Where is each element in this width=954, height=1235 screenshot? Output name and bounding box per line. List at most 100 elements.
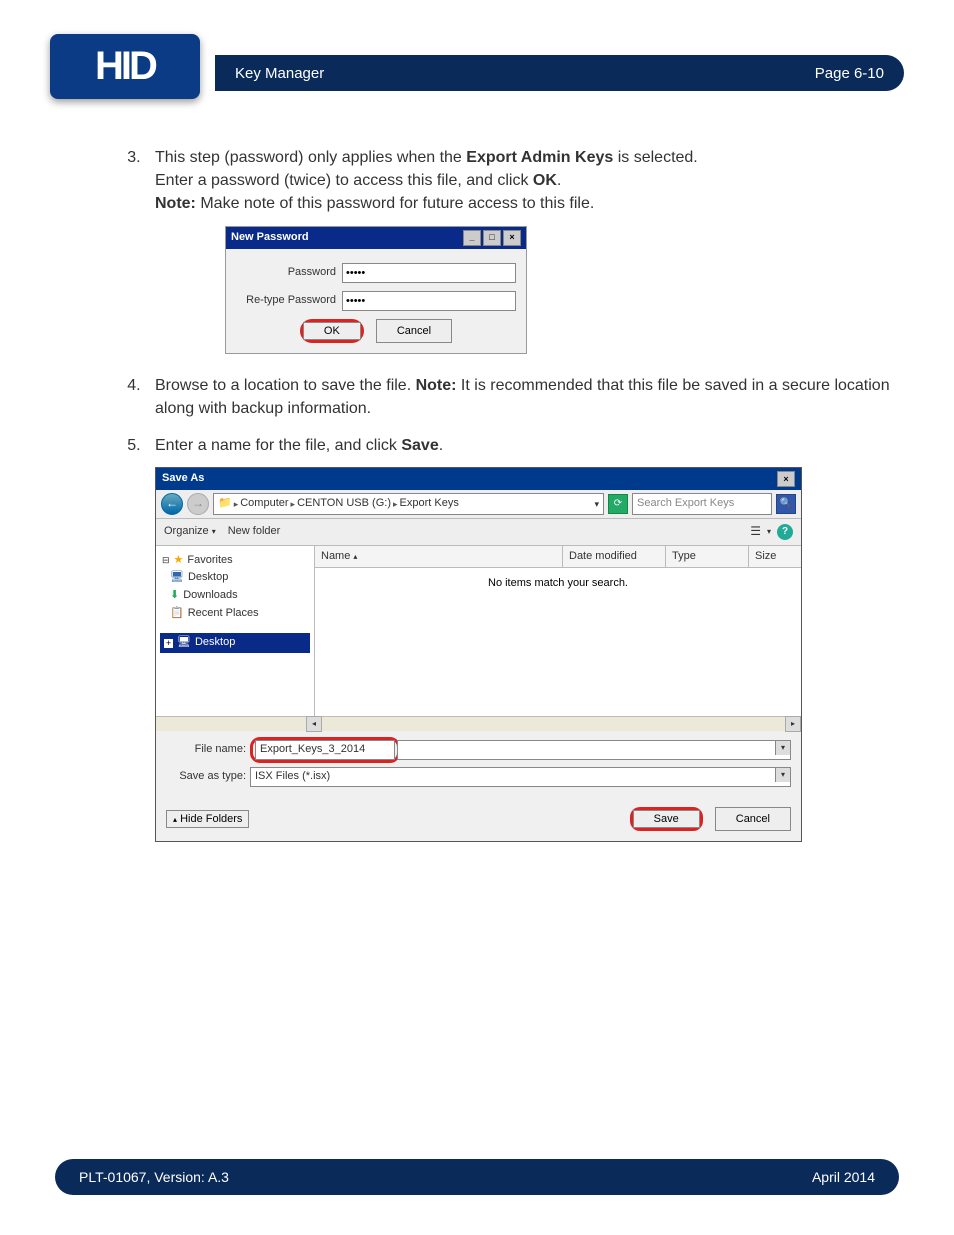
content-area: This step (password) only applies when t… xyxy=(55,130,899,858)
password-row: Password xyxy=(236,263,516,283)
tree-label: Recent Places xyxy=(188,606,259,622)
retype-password-input[interactable] xyxy=(342,291,516,311)
new-folder-button[interactable]: New folder xyxy=(228,524,281,540)
filename-highlight: Export_Keys_3_2014 xyxy=(250,737,400,763)
page-footer: PLT-01067, Version: A.3 April 2014 xyxy=(55,1159,899,1195)
view-icon[interactable]: ☰ xyxy=(750,523,761,540)
file-list[interactable]: Name ▴ Date modified Type Size No items … xyxy=(315,546,801,716)
text: is selected. xyxy=(613,149,697,166)
retype-password-label: Re-type Password xyxy=(236,293,336,309)
save-type-label: Save as type: xyxy=(166,769,246,785)
dialog-body: Password Re-type Password OK Cancel xyxy=(226,249,526,353)
doc-version: PLT-01067, Version: A.3 xyxy=(79,1169,229,1185)
star-icon: ★ xyxy=(174,553,184,569)
minimize-icon[interactable]: _ xyxy=(463,230,481,246)
file-fields: File name: Export_Keys_3_2014 ▾ Save as … xyxy=(156,731,801,797)
scroll-left-icon[interactable]: ◂ xyxy=(306,716,322,732)
tree-item-desktop-selected[interactable]: + 🖥 Desktop xyxy=(160,633,310,653)
dialog-buttons: OK Cancel xyxy=(236,319,516,343)
tree-label: Downloads xyxy=(183,588,237,604)
back-button[interactable]: ← xyxy=(161,493,183,515)
logo-text: HID xyxy=(95,44,155,89)
file-name-label: File name: xyxy=(166,742,246,758)
tree-item-downloads[interactable]: ⬇ Downloads xyxy=(168,587,310,605)
file-name-input[interactable]: Export_Keys_3_2014 xyxy=(255,740,395,760)
breadcrumb-item[interactable]: CENTON USB (G:) xyxy=(297,496,391,512)
favorites-section[interactable]: ⊟ ★ Favorites xyxy=(160,552,310,570)
file-name-row: File name: Export_Keys_3_2014 ▾ xyxy=(166,737,791,763)
text: This step (password) only applies when t… xyxy=(155,149,466,166)
instruction-list: This step (password) only applies when t… xyxy=(105,146,899,842)
close-icon[interactable]: × xyxy=(777,471,795,487)
download-icon: ⬇ xyxy=(170,588,179,604)
toolbar: Organize ▾ New folder ☰ ▾ ? xyxy=(156,519,801,545)
chevron-right-icon: ▸ xyxy=(291,498,296,511)
chevron-down-icon: ▾ xyxy=(212,527,216,536)
text: Enter a password (twice) to access this … xyxy=(155,172,533,189)
chevron-right-icon: ▸ xyxy=(234,498,239,511)
scroll-right-icon[interactable]: ▸ xyxy=(785,716,801,732)
search-input[interactable]: Search Export Keys xyxy=(632,493,772,515)
breadcrumb[interactable]: 📁 ▸ Computer ▸ CENTON USB (G:) ▸ Export … xyxy=(213,493,604,515)
tree-label: Favorites xyxy=(187,553,232,569)
empty-message: No items match your search. xyxy=(315,546,801,716)
dropdown-icon[interactable]: ▾ xyxy=(775,768,790,782)
dialog-title: Save As xyxy=(162,471,204,487)
step-4: Browse to a location to save the file. N… xyxy=(145,374,899,420)
note-label: Note: xyxy=(416,377,457,394)
dialog-titlebar[interactable]: New Password _ □ × xyxy=(226,227,526,249)
bold-text: Save xyxy=(401,437,438,454)
save-type-select[interactable]: ISX Files (*.isx) ▾ xyxy=(250,767,791,787)
text: Enter a name for the file, and click xyxy=(155,437,401,454)
maximize-icon[interactable]: □ xyxy=(483,230,501,246)
ok-button[interactable]: OK xyxy=(303,322,361,340)
save-highlight: Save xyxy=(630,807,703,831)
dropdown-icon[interactable]: ▾ xyxy=(594,498,599,511)
breadcrumb-item[interactable]: Computer xyxy=(240,496,288,512)
bold-text: OK xyxy=(533,172,557,189)
organize-menu[interactable]: Organize ▾ xyxy=(164,524,216,540)
dialog-bottom: ▴ Hide Folders Save Cancel xyxy=(156,797,801,841)
password-input[interactable] xyxy=(342,263,516,283)
search-icon[interactable]: 🔍 xyxy=(776,494,796,514)
step-3: This step (password) only applies when t… xyxy=(145,146,899,354)
page-header: Key Manager Page 6-10 xyxy=(215,55,904,91)
new-password-dialog: New Password _ □ × Password Re-type Pass… xyxy=(225,226,527,354)
breadcrumb-item[interactable]: Export Keys xyxy=(400,496,459,512)
help-icon[interactable]: ? xyxy=(777,524,793,540)
step-5: Enter a name for the file, and click Sav… xyxy=(145,434,899,842)
expand-icon[interactable]: + xyxy=(164,639,173,648)
chevron-down-icon[interactable]: ▾ xyxy=(767,526,771,538)
save-button[interactable]: Save xyxy=(633,810,700,828)
h-scrollbar[interactable]: ◂ ▸ xyxy=(156,716,801,731)
folder-tree[interactable]: ⊟ ★ Favorites 🖥 Desktop ⬇ Downloads xyxy=(156,546,315,716)
forward-button[interactable]: → xyxy=(187,493,209,515)
recent-icon: 📋 xyxy=(170,606,184,622)
nav-bar: ← → 📁 ▸ Computer ▸ CENTON USB (G:) ▸ Exp… xyxy=(156,490,801,519)
tree-label: Desktop xyxy=(195,635,235,651)
folder-icon: 📁 xyxy=(218,496,232,512)
close-icon[interactable]: × xyxy=(503,230,521,246)
file-name-input-ext[interactable]: ▾ xyxy=(397,740,791,760)
brand-logo: HID xyxy=(50,34,200,99)
chevron-right-icon: ▸ xyxy=(393,498,398,511)
hide-folders-button[interactable]: ▴ Hide Folders xyxy=(166,810,249,828)
ok-highlight: OK xyxy=(300,319,364,343)
text: Browse to a location to save the file. xyxy=(155,377,416,394)
desktop-icon: 🖥 xyxy=(170,570,184,586)
file-name-value: Export_Keys_3_2014 xyxy=(260,742,365,758)
dialog-titlebar[interactable]: Save As × xyxy=(156,468,801,490)
refresh-icon[interactable]: ⟳ xyxy=(608,494,628,514)
retype-password-row: Re-type Password xyxy=(236,291,516,311)
page-number: Page 6-10 xyxy=(815,65,884,82)
text: . xyxy=(557,172,561,189)
cancel-button[interactable]: Cancel xyxy=(376,319,452,343)
save-as-dialog: Save As × ← → 📁 ▸ Computer ▸ CENTON USB … xyxy=(155,467,802,841)
tree-item-desktop[interactable]: 🖥 Desktop xyxy=(168,569,310,587)
dropdown-icon[interactable]: ▾ xyxy=(775,741,790,755)
expand-icon[interactable]: ⊟ xyxy=(162,554,170,567)
cancel-button[interactable]: Cancel xyxy=(715,807,791,831)
desktop-icon: 🖥 xyxy=(177,635,191,651)
tree-item-recent[interactable]: 📋 Recent Places xyxy=(168,605,310,623)
note-label: Note: xyxy=(155,195,196,212)
